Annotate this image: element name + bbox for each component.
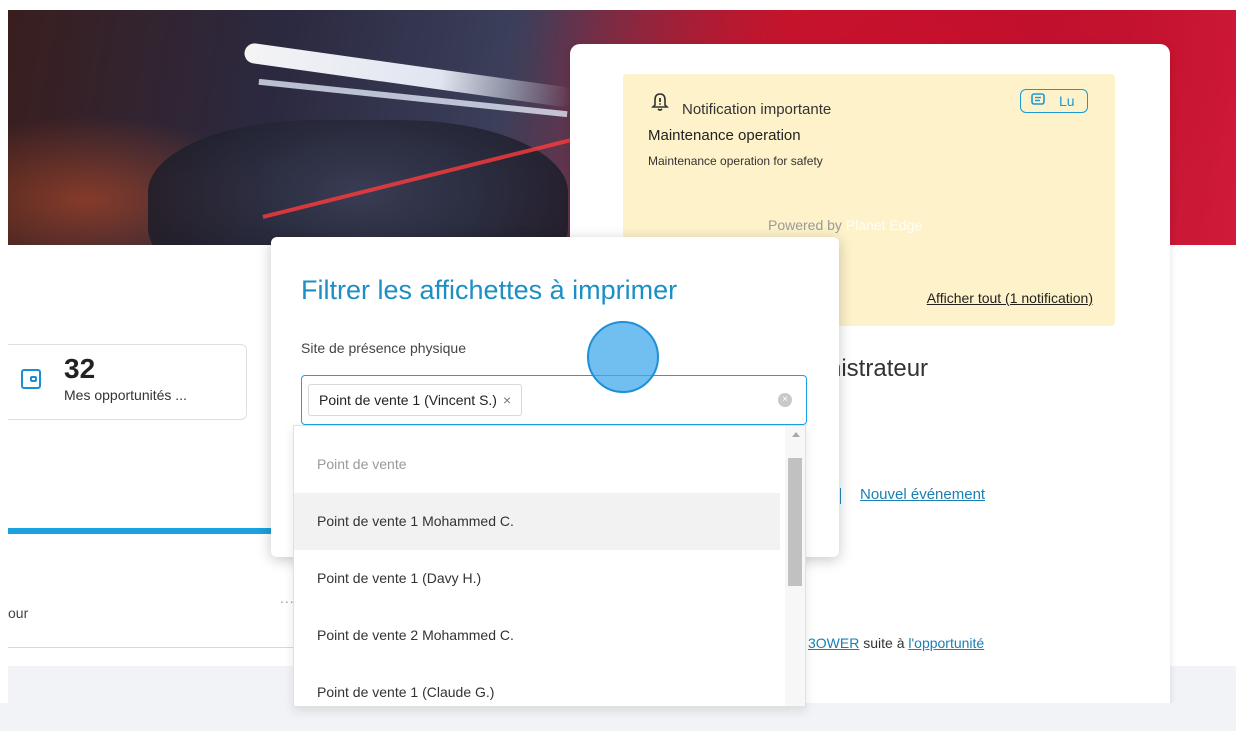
chip-remove-icon[interactable]: × [503,392,511,408]
click-indicator [587,321,659,393]
dropdown-option[interactable]: Point de vente 1 (Davy H.) [294,550,780,607]
link-separator [840,488,841,504]
scrollbar-thumb[interactable] [788,458,802,586]
dropdown-group-header: Point de vente [317,456,407,472]
bell-alert-icon [650,92,670,117]
history-opportunity-link[interactable]: l'opportunité [908,635,984,651]
notification-subject: Maintenance operation [648,127,801,144]
read-badge[interactable]: Lu [1020,89,1088,113]
dropdown-option[interactable]: Point de vente 1 Mohammed C. [294,493,780,550]
powered-by-text: Powered by Planet Edge [768,217,922,233]
kpi-opportunities-card[interactable]: 32 Mes opportunités ... [8,344,247,420]
dropdown-option[interactable]: Point de vente 2 Mohammed C. [294,607,780,664]
role-title-partial: nistrateur [828,355,929,382]
dropdown-scrollbar[interactable] [785,426,805,706]
page-bottom-band [0,703,1236,731]
selected-site-chip: Point de vente 1 (Vincent S.) × [308,384,523,416]
show-all-notifications-link[interactable]: Afficher tout (1 notification) [927,290,1093,306]
selected-site-label: Point de vente 1 (Vincent S.) [319,392,497,408]
car-body-shape [148,120,568,245]
history-middle-text: suite à [859,635,909,651]
kpi-label: Mes opportunités ... [64,387,187,403]
scroll-up-icon[interactable] [792,432,800,437]
site-multiselect[interactable]: Point de vente 1 (Vincent S.) × × [301,375,807,425]
powered-by-label: Powered by [768,217,842,233]
kpi-value: 32 [64,353,96,384]
notification-title: Notification importante [682,101,832,118]
site-field-label: Site de présence physique [301,340,466,356]
dropdown-option[interactable]: Point de vente 1 (Claude G.) [294,664,780,706]
notification-description: Maintenance operation for safety [648,154,823,168]
active-tab-indicator [8,528,273,534]
powered-by-brand: Planet Edge [845,217,923,233]
new-event-link[interactable]: Nouvel événement [860,486,985,503]
read-label: Lu [1059,93,1075,109]
site-dropdown-list: Point de vente Point de vente 1 Mohammed… [293,425,806,707]
section-divider [8,647,308,648]
modal-title: Filtrer les affichettes à imprimer [301,275,678,305]
wallet-icon [21,369,41,389]
clear-circle-icon[interactable]: × [778,393,792,407]
history-entity-link[interactable]: 3OWER [808,635,859,651]
tab-label-partial[interactable]: our [8,605,28,621]
message-read-icon [1031,93,1045,110]
history-entry: 3OWER suite à l'opportunité [808,635,984,651]
